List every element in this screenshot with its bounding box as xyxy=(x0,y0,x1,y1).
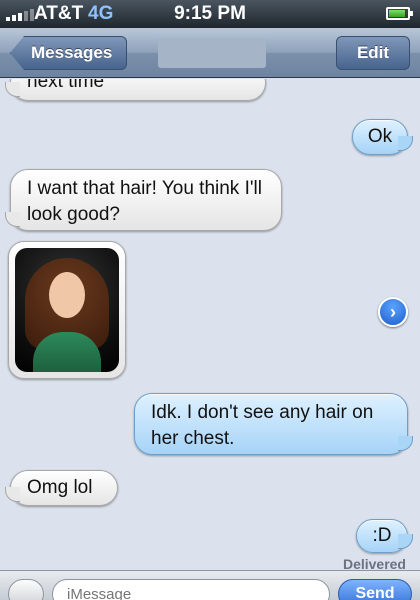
status-bar: AT&T 4G 9:15 PM xyxy=(0,0,420,28)
nav-bar: Messages Edit xyxy=(0,28,420,78)
compose-bar: Send xyxy=(0,570,420,600)
message-text: Ok xyxy=(367,126,393,147)
message-bubble-incoming: Omg lol xyxy=(5,470,118,506)
message-text: Idk. I don't see any hair on her chest. xyxy=(151,402,374,449)
message-input[interactable] xyxy=(52,579,330,600)
conversation-title-redacted xyxy=(158,38,266,68)
send-button[interactable]: Send xyxy=(338,579,412,600)
message-text: Omg lol xyxy=(27,477,93,498)
message-text: next time xyxy=(27,79,105,92)
message-thread[interactable]: next time Ok I want that hair! You think… xyxy=(0,79,420,570)
photo-thumbnail[interactable] xyxy=(15,248,119,372)
message-bubble-incoming: I want that hair! You think I'll look go… xyxy=(5,169,282,231)
photo-message-bubble[interactable] xyxy=(8,241,126,379)
message-text: :D xyxy=(372,525,392,546)
camera-icon[interactable] xyxy=(8,579,44,600)
battery-icon xyxy=(386,7,413,20)
message-text: I want that hair! You think I'll look go… xyxy=(27,178,262,225)
message-bubble-outgoing: Ok xyxy=(352,119,413,155)
message-bubble-outgoing: Idk. I don't see any hair on her chest. xyxy=(134,393,413,455)
edit-button[interactable]: Edit xyxy=(336,36,410,70)
clock: 9:15 PM xyxy=(174,3,246,24)
delivery-status: Delivered xyxy=(342,556,406,570)
back-to-messages-button[interactable]: Messages xyxy=(10,36,128,70)
message-bubble-incoming: next time xyxy=(5,79,266,101)
message-bubble-outgoing: :D xyxy=(356,519,413,553)
chevron-right-icon[interactable]: › xyxy=(378,297,408,327)
